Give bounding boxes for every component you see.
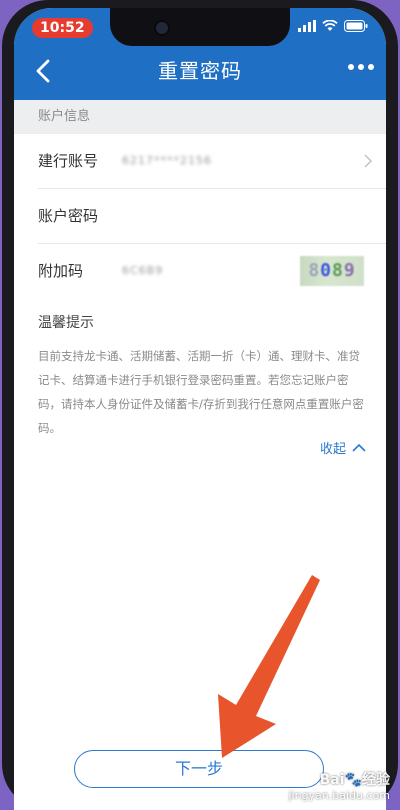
watermark-url: jingyan.baidu.com — [288, 789, 390, 802]
watermark: Bai🐾经验 jingyan.baidu.com — [288, 769, 390, 802]
tips-text: 目前支持龙卡通、活期储蓄、活期一折（卡）通、理财卡、准贷记卡、结算通卡进行手机银… — [38, 349, 364, 435]
status-time: 10:52 — [32, 18, 93, 38]
account-number-value[interactable]: 6217****2156 — [122, 134, 212, 188]
captcha-image[interactable]: 8089 — [300, 256, 364, 286]
more-dot — [358, 64, 364, 70]
paw-icon: 🐾 — [344, 772, 362, 788]
top-bar: 10:52 重置密码 — [14, 8, 386, 100]
extra-code-row[interactable]: 附加码 6C6B9 8089 — [38, 244, 386, 299]
watermark-brand-suffix: 经验 — [362, 772, 390, 788]
page-title: 重置密码 — [158, 59, 242, 83]
collapse-label: 收起 — [319, 442, 346, 457]
phone-frame: 10:52 重置密码 账户信息 建行账号 6217****2156 账户密码 附… — [2, 0, 398, 810]
signal-icon — [298, 20, 316, 32]
more-dot — [368, 64, 374, 70]
more-button[interactable] — [348, 64, 374, 70]
account-password-row[interactable]: 账户密码 — [38, 189, 386, 244]
next-step-button[interactable]: 下一步 — [74, 750, 324, 788]
captcha-char: 0 — [320, 260, 332, 281]
section-header-account-info: 账户信息 — [14, 100, 386, 134]
tips-title: 温馨提示 — [38, 315, 94, 331]
tips-section: 温馨提示 目前支持龙卡通、活期储蓄、活期一折（卡）通、理财卡、准贷记卡、结算通卡… — [14, 298, 386, 810]
chevron-right-icon[interactable] — [364, 154, 372, 168]
extra-code-label: 附加码 — [38, 262, 84, 280]
captcha-char: 8 — [308, 260, 321, 281]
chevron-up-icon — [352, 443, 366, 452]
account-number-row[interactable]: 建行账号 6217****2156 — [38, 134, 386, 189]
notch — [110, 8, 290, 46]
watermark-brand-name: Bai — [319, 772, 345, 788]
screen: 10:52 重置密码 账户信息 建行账号 6217****2156 账户密码 附… — [14, 8, 386, 810]
account-form: 建行账号 6217****2156 账户密码 附加码 6C6B9 8089 — [14, 134, 386, 299]
account-password-label: 账户密码 — [38, 207, 99, 225]
captcha-char: 8 — [332, 260, 344, 281]
extra-code-input[interactable]: 6C6B9 — [122, 244, 163, 298]
wifi-icon — [322, 20, 338, 31]
watermark-brand: Bai🐾经验 — [288, 769, 390, 789]
collapse-button[interactable]: 收起 — [320, 438, 366, 457]
captcha-char: 9 — [343, 260, 356, 281]
more-dot — [348, 64, 354, 70]
camera-icon — [154, 20, 170, 36]
battery-icon — [344, 20, 368, 32]
status-icons — [298, 20, 368, 32]
account-number-label: 建行账号 — [38, 152, 99, 170]
